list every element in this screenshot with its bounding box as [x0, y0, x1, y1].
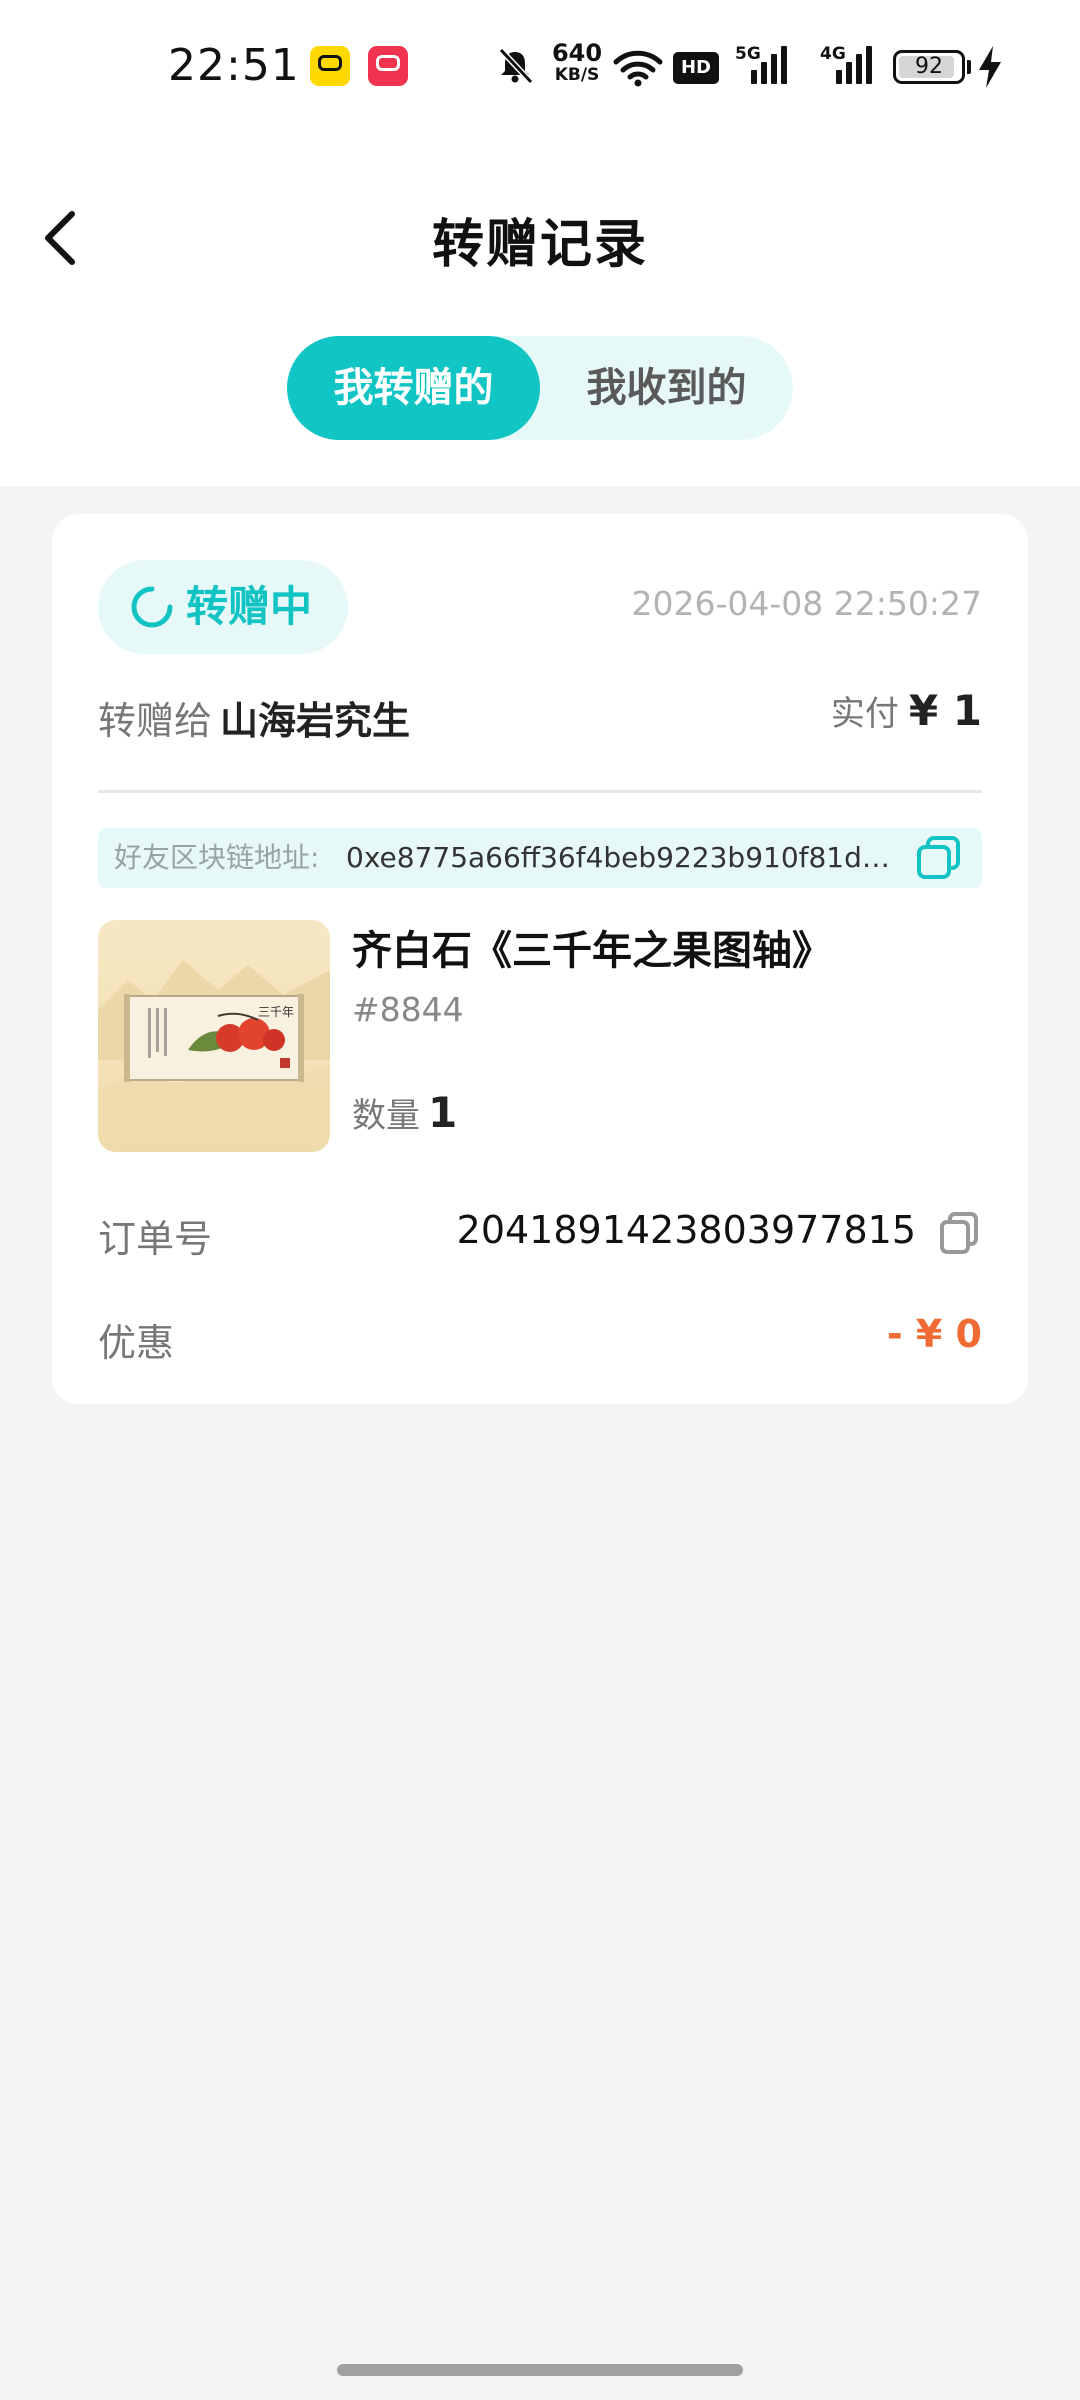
chain-address-label: 好友区块链地址: — [114, 841, 320, 874]
paid-value: ¥ 1 — [908, 686, 982, 735]
battery-text: 92 — [915, 54, 943, 79]
battery-cap — [967, 60, 971, 74]
artwork-image: 三千年 — [98, 920, 330, 1152]
app-red-icon — [368, 46, 408, 86]
recipient-label: 转赠给 — [98, 699, 213, 743]
hd-badge: HD — [673, 52, 719, 84]
tab-switcher: 我转赠的 我收到的 — [287, 336, 793, 440]
recipient-row: 转赠给 山海岩究生 — [98, 690, 410, 745]
page-title: 转赠记录 — [431, 215, 648, 275]
svg-text:三千年: 三千年 — [258, 1005, 294, 1019]
tab-sent[interactable]: 我转赠的 — [287, 336, 540, 440]
chain-address-value: 0xe8775a66ff36f4beb9223b910f81ddf05... — [346, 841, 906, 874]
record-time: 2026-04-08 22:50:27 — [631, 584, 982, 623]
quantity-row: 数量 1 — [352, 1088, 457, 1137]
discount-value: - ¥ 0 — [886, 1312, 982, 1356]
paid-row: 实付 ¥ 1 — [831, 686, 982, 735]
signal-label: 5G — [735, 44, 761, 64]
charging-bolt-icon — [979, 46, 1001, 88]
paid-label: 实付 — [830, 694, 899, 734]
item-id: #8844 — [352, 990, 464, 1029]
tab-received[interactable]: 我收到的 — [540, 336, 793, 440]
order-number-row: 订单号 2041891423803977815 — [98, 1202, 982, 1262]
transfer-record-card[interactable]: 转赠中 2026-04-08 22:50:27 转赠给 山海岩究生 实付 ¥ 1 好… — [52, 514, 1028, 1404]
status-badge: 转赠中 — [98, 560, 348, 654]
order-number-value: 2041891423803977815 — [456, 1208, 916, 1252]
wifi-icon — [613, 50, 663, 87]
status-bar: 22:51 640 KB/S HD 5G 4G 92 — [0, 30, 1080, 110]
net-speed-unit: KB/S — [554, 65, 600, 85]
item-title[interactable]: 齐白石《三千年之果图轴》 — [352, 918, 832, 976]
signal-label: 4G — [820, 44, 846, 64]
artwork-thumbnail[interactable]: 三千年 — [98, 920, 330, 1152]
quantity-label: 数量 — [352, 1096, 420, 1136]
recipient-name: 山海岩究生 — [220, 699, 411, 743]
discount-label: 优惠 — [98, 1321, 175, 1365]
signal-icon: 5G — [735, 44, 795, 88]
status-label: 转赠中 — [186, 582, 313, 631]
copy-icon[interactable] — [914, 834, 964, 884]
divider — [98, 790, 982, 793]
order-number-label: 订单号 — [98, 1217, 213, 1261]
net-speed: 640 KB/S — [547, 40, 607, 84]
loading-icon — [131, 586, 173, 628]
mute-bell-icon — [498, 47, 534, 85]
chain-address-box: 好友区块链地址: 0xe8775a66ff36f4beb9223b910f81d… — [98, 828, 982, 888]
copy-icon[interactable] — [936, 1210, 982, 1256]
app-yellow-icon — [310, 46, 350, 86]
quantity-value: 1 — [428, 1088, 458, 1137]
status-time: 22:51 — [168, 40, 300, 91]
signal-icon: 4G — [820, 44, 880, 88]
discount-row: 优惠 - ¥ 0 — [98, 1306, 982, 1366]
net-speed-value: 640 — [551, 39, 603, 67]
home-indicator[interactable] — [337, 2364, 743, 2376]
battery-icon: 92 — [893, 50, 965, 84]
